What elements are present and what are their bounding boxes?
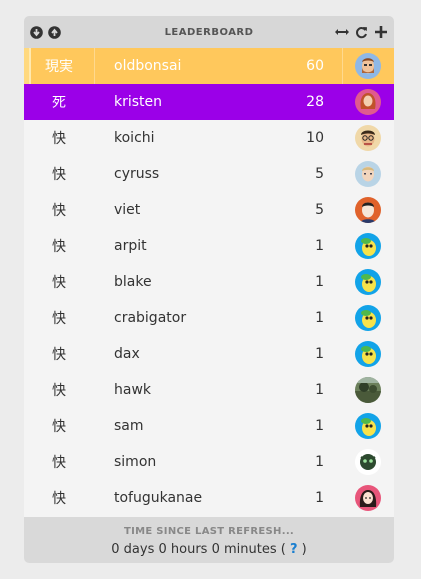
leaderboard-row[interactable]: 快 arpit 1	[24, 228, 394, 264]
username: viet	[114, 202, 141, 218]
leaderboard-row[interactable]: 快 sam 1	[24, 408, 394, 444]
plus-icon[interactable]	[373, 24, 389, 40]
refresh-label: TIME SINCE LAST REFRESH...	[123, 526, 295, 537]
level-kanji: 快	[52, 167, 66, 183]
username: crabigator	[114, 310, 187, 326]
leaderboard-row[interactable]: 現実 oldbonsai 60	[24, 48, 394, 84]
leaderboard-row[interactable]: 快 viet 5	[24, 192, 394, 228]
girl-avatar	[355, 485, 381, 511]
leaderboard-row[interactable]: 快 blake 1	[24, 264, 394, 300]
red-hair-woman-avatar	[355, 89, 381, 115]
level-kanji: 快	[52, 239, 66, 255]
username: koichi	[114, 130, 155, 146]
refresh-icon[interactable]	[353, 24, 369, 40]
username: kristen	[114, 94, 163, 110]
score: 1	[315, 490, 324, 506]
crabigator-avatar	[355, 413, 381, 439]
score: 1	[315, 418, 324, 434]
score: 10	[306, 130, 324, 146]
creature-avatar	[355, 449, 381, 475]
username: blake	[114, 274, 152, 290]
username: tofugukanae	[114, 490, 203, 506]
username: oldbonsai	[114, 58, 182, 74]
leaderboard-row[interactable]: 快 crabigator 1	[24, 300, 394, 336]
score: 1	[315, 238, 324, 254]
resize-icon[interactable]	[334, 24, 350, 40]
level-kanji: 快	[52, 203, 66, 219]
row-divider	[342, 48, 343, 84]
score: 28	[306, 94, 324, 110]
username: sam	[114, 418, 144, 434]
bearded-man-avatar	[355, 53, 381, 79]
score: 5	[315, 166, 324, 182]
leaderboard-row[interactable]: 快 simon 1	[24, 444, 394, 480]
level-kanji: 快	[52, 131, 66, 147]
level-kanji: 現実	[45, 59, 73, 75]
level-kanji: 快	[52, 383, 66, 399]
username: cyruss	[114, 166, 160, 182]
man-glasses-avatar	[355, 125, 381, 151]
crabigator-avatar	[355, 305, 381, 331]
man-light-avatar	[355, 161, 381, 187]
leaderboard-row[interactable]: 快 cyruss 5	[24, 156, 394, 192]
level-kanji: 快	[52, 491, 66, 507]
man-orange-bg-avatar	[355, 197, 381, 223]
landscape-avatar	[355, 377, 381, 403]
leaderboard-header: LEADERBOARD	[24, 16, 394, 48]
crabigator-avatar	[355, 233, 381, 259]
score: 1	[315, 274, 324, 290]
leaderboard-row[interactable]: 快 koichi 10	[24, 120, 394, 156]
username: dax	[114, 346, 140, 362]
level-kanji: 死	[52, 95, 66, 111]
refresh-footer: TIME SINCE LAST REFRESH... 0 days 0 hour…	[24, 517, 394, 563]
leaderboard-rows: 現実 oldbonsai 60 死 kristen 28 快 koichi 10…	[24, 48, 394, 516]
leaderboard-row[interactable]: 快 dax 1	[24, 336, 394, 372]
username: hawk	[114, 382, 152, 398]
leaderboard-widget: LEADERBOARD 現実 oldbonsai 60 死 kristen 28…	[24, 16, 394, 563]
score: 5	[315, 202, 324, 218]
crabigator-avatar	[355, 341, 381, 367]
level-kanji: 快	[52, 419, 66, 435]
level-kanji: 快	[52, 455, 66, 471]
leaderboard-row[interactable]: 死 kristen 28	[24, 84, 394, 120]
score: 1	[315, 310, 324, 326]
score: 1	[315, 382, 324, 398]
help-link[interactable]: ?	[290, 542, 298, 557]
level-kanji: 快	[52, 275, 66, 291]
refresh-time-text: 0 days 0 hours 0 minutes (	[111, 542, 286, 557]
username: arpit	[114, 238, 147, 254]
rank-bar-highlight	[29, 48, 31, 84]
level-kanji: 快	[52, 311, 66, 327]
score: 1	[315, 454, 324, 470]
leaderboard-row[interactable]: 快 hawk 1	[24, 372, 394, 408]
refresh-time-close: )	[301, 542, 307, 557]
row-divider	[94, 48, 95, 84]
score: 1	[315, 346, 324, 362]
refresh-time: 0 days 0 hours 0 minutes ( ? )	[24, 542, 394, 557]
score: 60	[306, 58, 324, 74]
username: simon	[114, 454, 157, 470]
leaderboard-row[interactable]: 快 tofugukanae 1	[24, 480, 394, 516]
level-kanji: 快	[52, 347, 66, 363]
crabigator-avatar	[355, 269, 381, 295]
